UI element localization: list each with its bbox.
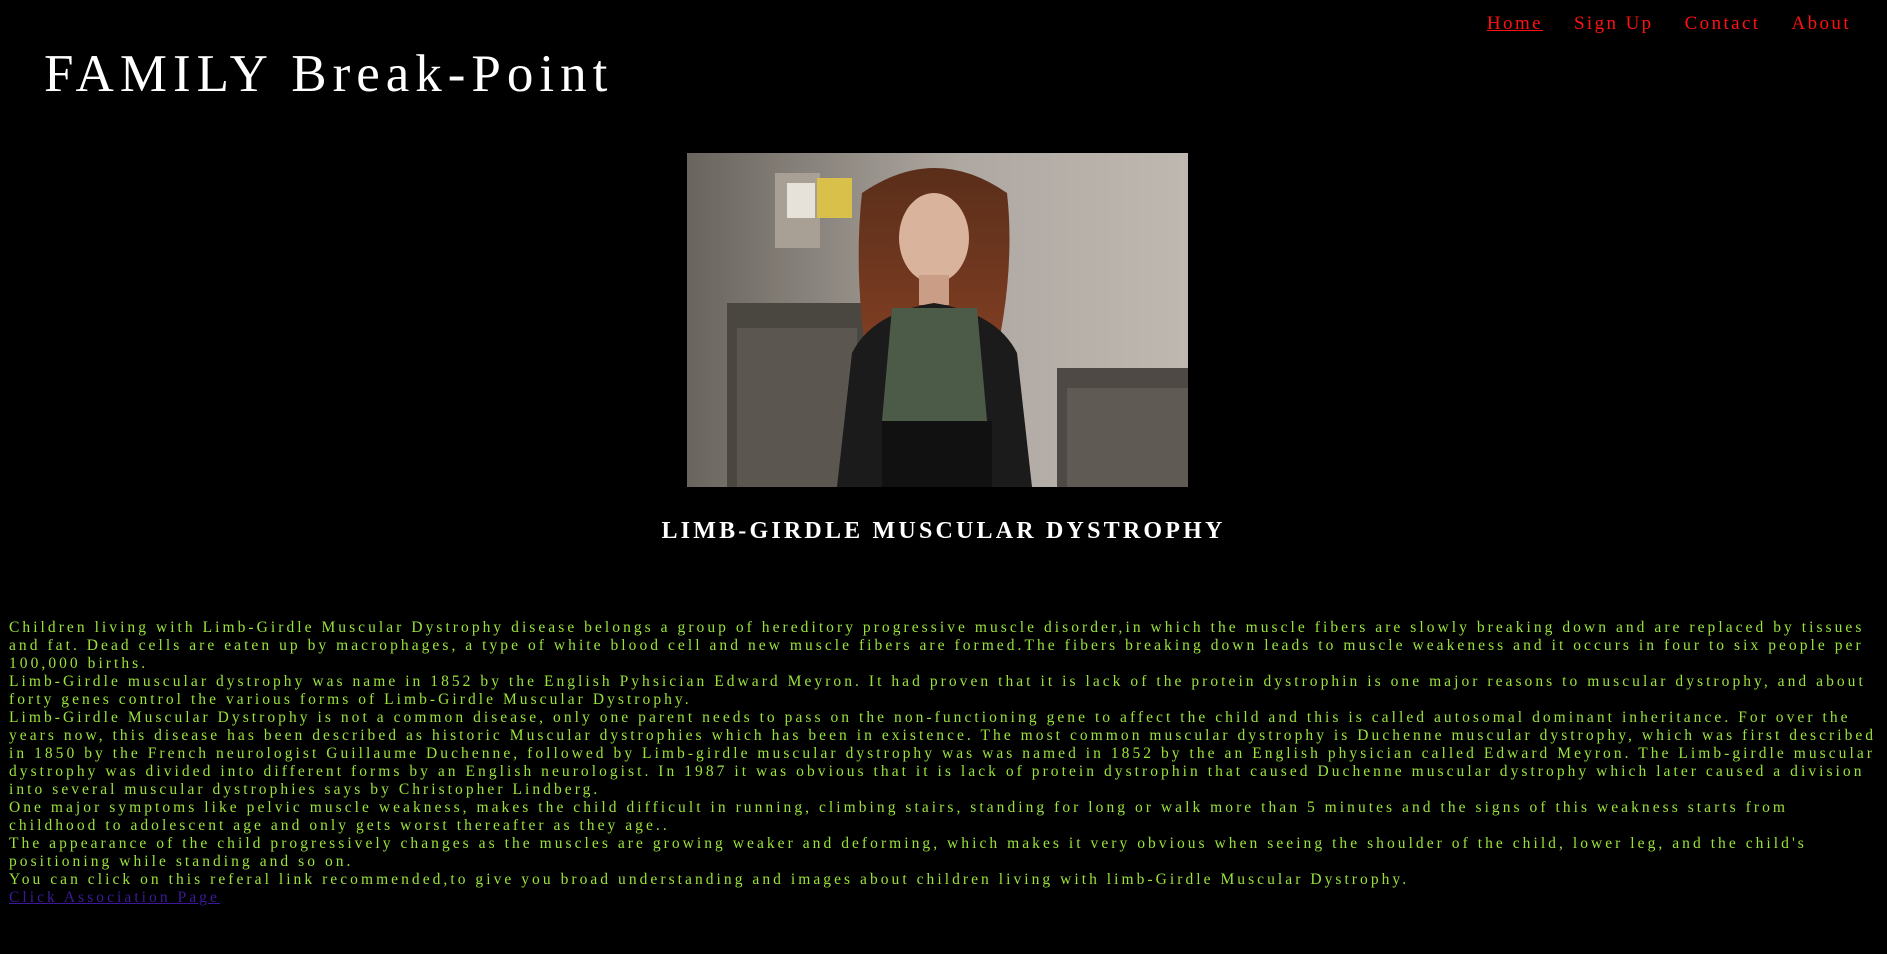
association-link-row: Click Association Page <box>9 889 1881 907</box>
hero-photo <box>687 153 1188 487</box>
article-paragraph: You can click on this referal link recom… <box>9 871 1410 888</box>
association-page-link[interactable]: Click Association Page <box>9 889 220 906</box>
nav-link-about[interactable]: About <box>1792 13 1852 35</box>
hero-image <box>687 153 1188 487</box>
article-heading: LIMB-GIRDLE MUSCULAR DYSTROPHY <box>661 518 1226 544</box>
article-paragraph: Children living with Limb-Girdle Muscula… <box>9 619 1865 672</box>
article-paragraph: The appearance of the child progressivel… <box>9 835 1807 870</box>
article-paragraph: Limb-Girdle muscular dystrophy was name … <box>9 673 1866 708</box>
nav-link-contact[interactable]: Contact <box>1685 13 1761 35</box>
article-paragraph: One major symptoms like pelvic muscle we… <box>9 799 1788 834</box>
article-body: Children living with Limb-Girdle Muscula… <box>9 619 1881 907</box>
main-nav: Home Sign Up Contact About <box>1487 13 1851 35</box>
nav-link-sign-up[interactable]: Sign Up <box>1574 13 1654 35</box>
nav-link-home[interactable]: Home <box>1487 13 1543 35</box>
site-title: FAMILY Break-Point <box>44 45 614 103</box>
article-paragraph: Limb-Girdle Muscular Dystrophy is not a … <box>9 709 1877 798</box>
